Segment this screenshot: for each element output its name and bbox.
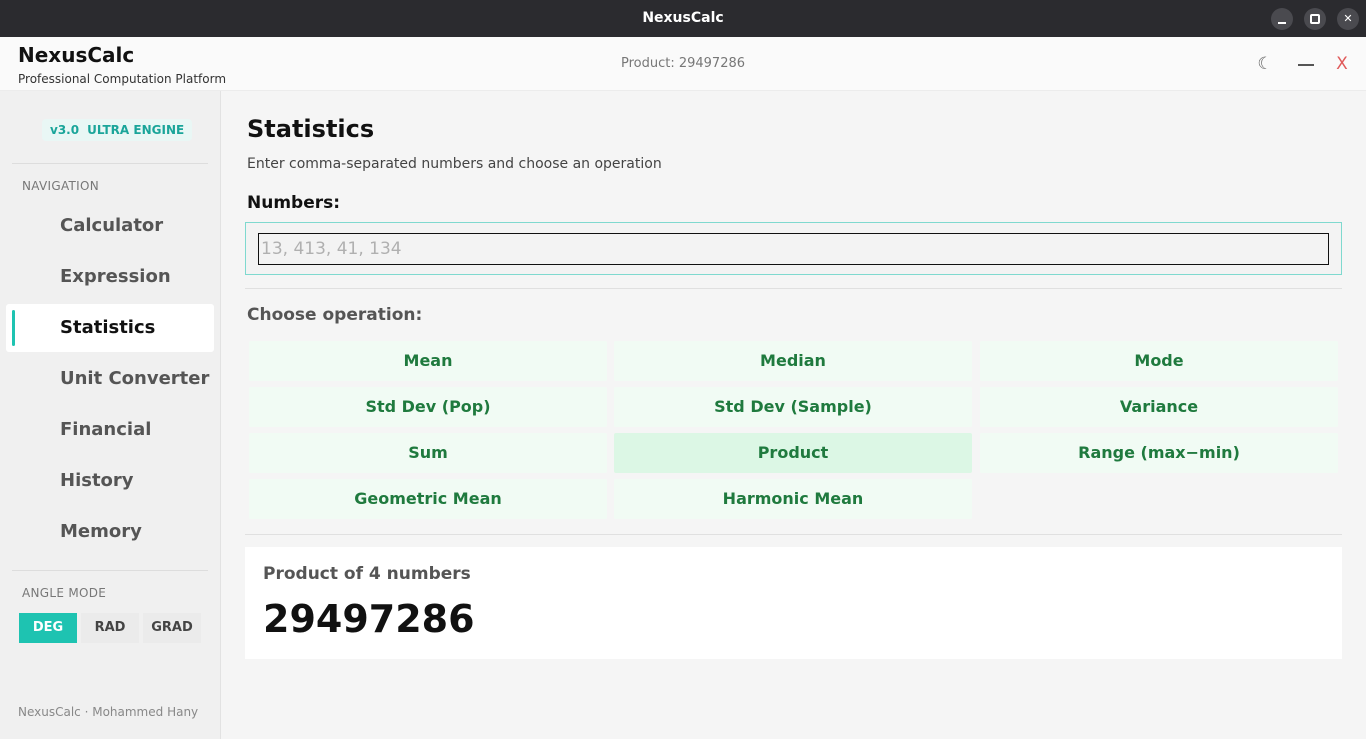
angle-rad-button[interactable]: RAD (81, 613, 139, 643)
os-title-bar: NexusCalc ✕ (0, 0, 1366, 37)
app-close-button[interactable]: X (1330, 52, 1354, 76)
version-badge: v3.0 ULTRA ENGINE (42, 119, 193, 141)
theme-toggle-moon-icon[interactable]: ☾ (1253, 52, 1277, 76)
op-geometric-mean-button[interactable]: Geometric Mean (249, 479, 607, 519)
version-number: v3.0 (50, 123, 80, 137)
op-sum-button[interactable]: Sum (249, 433, 607, 473)
window-title: NexusCalc (642, 10, 724, 26)
sidebar-item-memory[interactable]: Memory (6, 508, 214, 556)
main-panel: Statistics Enter comma-separated numbers… (221, 91, 1366, 739)
sidebar-item-history[interactable]: History (6, 457, 214, 505)
result-card: Product of 4 numbers 29497286 (245, 547, 1342, 659)
app-header: NexusCalc Professional Computation Platf… (0, 37, 1366, 91)
app-minimize-button[interactable] (1294, 52, 1318, 76)
result-label: Product of 4 numbers (263, 564, 471, 584)
result-value: 29497286 (263, 597, 475, 641)
sidebar-divider (12, 163, 208, 164)
op-std-dev-pop-button[interactable]: Std Dev (Pop) (249, 387, 607, 427)
header-status: Product: 29497286 (620, 56, 746, 71)
engine-label: ULTRA ENGINE (87, 123, 185, 137)
op-median-button[interactable]: Median (614, 341, 972, 381)
navigation-label: NAVIGATION (22, 179, 100, 193)
page-title: Statistics (247, 115, 375, 143)
op-mean-button[interactable]: Mean (249, 341, 607, 381)
numbers-input[interactable] (258, 233, 1329, 265)
sidebar-divider (12, 570, 208, 571)
sidebar-item-unit-converter[interactable]: Unit Converter (6, 355, 214, 403)
window-maximize-button[interactable] (1304, 8, 1326, 30)
footer-credit: NexusCalc · Mohammed Hany (18, 705, 199, 719)
brand-subtitle: Professional Computation Platform (18, 72, 227, 86)
page-subtitle: Enter comma-separated numbers and choose… (247, 156, 662, 172)
content-divider (245, 288, 1342, 289)
angle-mode-label: ANGLE MODE (22, 586, 107, 600)
window-close-button[interactable]: ✕ (1337, 8, 1359, 30)
op-range-button[interactable]: Range (max−min) (980, 433, 1338, 473)
sidebar-item-calculator[interactable]: Calculator (6, 202, 214, 250)
content-divider (245, 534, 1342, 535)
op-std-dev-sample-button[interactable]: Std Dev (Sample) (614, 387, 972, 427)
sidebar-item-financial[interactable]: Financial (6, 406, 214, 454)
numbers-input-wrapper (245, 222, 1342, 275)
sidebar: v3.0 ULTRA ENGINE NAVIGATION Calculator E… (0, 91, 221, 739)
window-minimize-button[interactable] (1271, 8, 1293, 30)
angle-deg-button[interactable]: DEG (19, 613, 77, 643)
sidebar-item-expression[interactable]: Expression (6, 253, 214, 301)
numbers-label: Numbers: (247, 193, 341, 213)
op-mode-button[interactable]: Mode (980, 341, 1338, 381)
angle-grad-button[interactable]: GRAD (143, 613, 201, 643)
choose-operation-label: Choose operation: (247, 305, 423, 325)
op-harmonic-mean-button[interactable]: Harmonic Mean (614, 479, 972, 519)
sidebar-item-statistics[interactable]: Statistics (6, 304, 214, 352)
op-variance-button[interactable]: Variance (980, 387, 1338, 427)
op-product-button[interactable]: Product (614, 433, 972, 473)
